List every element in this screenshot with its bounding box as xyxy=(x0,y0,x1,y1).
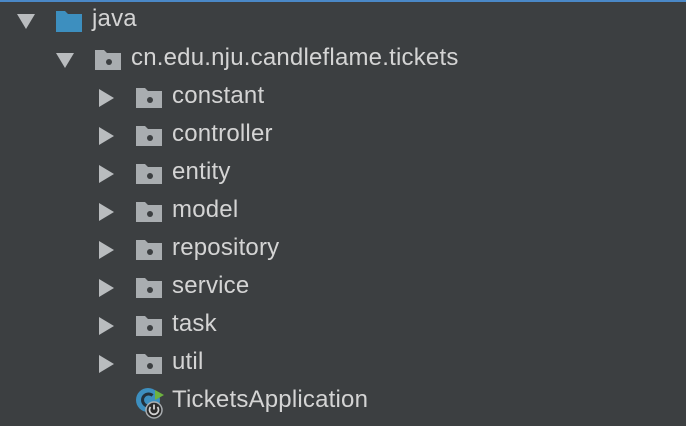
tree-node-label: service xyxy=(172,272,250,299)
tree-node-model[interactable]: model xyxy=(0,193,686,231)
tree-node-util[interactable]: util xyxy=(0,345,686,383)
tree-node-service[interactable]: service xyxy=(0,269,686,307)
tree-node-label: controller xyxy=(172,120,273,147)
collapse-arrow-icon[interactable] xyxy=(99,355,114,373)
collapse-arrow-icon[interactable] xyxy=(99,127,114,145)
package-icon xyxy=(136,278,162,298)
source-root-folder-icon xyxy=(56,11,82,32)
tree-node-tickets-application[interactable]: TicketsApplication xyxy=(0,383,686,421)
tree-node-label: repository xyxy=(172,234,280,261)
expand-arrow-icon[interactable] xyxy=(17,14,35,29)
tree-node-label: cn.edu.nju.candleflame.tickets xyxy=(131,44,459,71)
expand-arrow-icon[interactable] xyxy=(56,53,74,68)
project-tree-panel: java cn.edu.nju.candleflame.tickets cons… xyxy=(0,0,686,426)
tree-node-entity[interactable]: entity xyxy=(0,155,686,193)
tree-node-label: java xyxy=(92,5,137,32)
package-icon xyxy=(136,316,162,336)
tree-node-task[interactable]: task xyxy=(0,307,686,345)
tree-node-label: TicketsApplication xyxy=(172,386,369,413)
tree-node-label: constant xyxy=(172,82,265,109)
package-icon xyxy=(136,164,162,184)
collapse-arrow-icon[interactable] xyxy=(99,317,114,335)
package-icon xyxy=(136,240,162,260)
package-icon xyxy=(136,126,162,146)
collapse-arrow-icon[interactable] xyxy=(99,279,114,297)
collapse-arrow-icon[interactable] xyxy=(99,89,114,107)
tree-node-java[interactable]: java xyxy=(0,2,686,40)
collapse-arrow-icon[interactable] xyxy=(99,203,114,221)
package-icon xyxy=(95,50,121,70)
spring-boot-class-icon xyxy=(136,388,164,419)
package-icon xyxy=(136,88,162,108)
tree-node-label: task xyxy=(172,310,217,337)
tree-node-label: model xyxy=(172,196,239,223)
tree-node-controller[interactable]: controller xyxy=(0,117,686,155)
tree-node-constant[interactable]: constant xyxy=(0,79,686,117)
collapse-arrow-icon[interactable] xyxy=(99,165,114,183)
tree-node-repository[interactable]: repository xyxy=(0,231,686,269)
tree-node-label: entity xyxy=(172,158,231,185)
tree-node-label: util xyxy=(172,348,204,375)
tree-node-package[interactable]: cn.edu.nju.candleflame.tickets xyxy=(0,41,686,79)
package-icon xyxy=(136,202,162,222)
package-icon xyxy=(136,354,162,374)
collapse-arrow-icon[interactable] xyxy=(99,241,114,259)
